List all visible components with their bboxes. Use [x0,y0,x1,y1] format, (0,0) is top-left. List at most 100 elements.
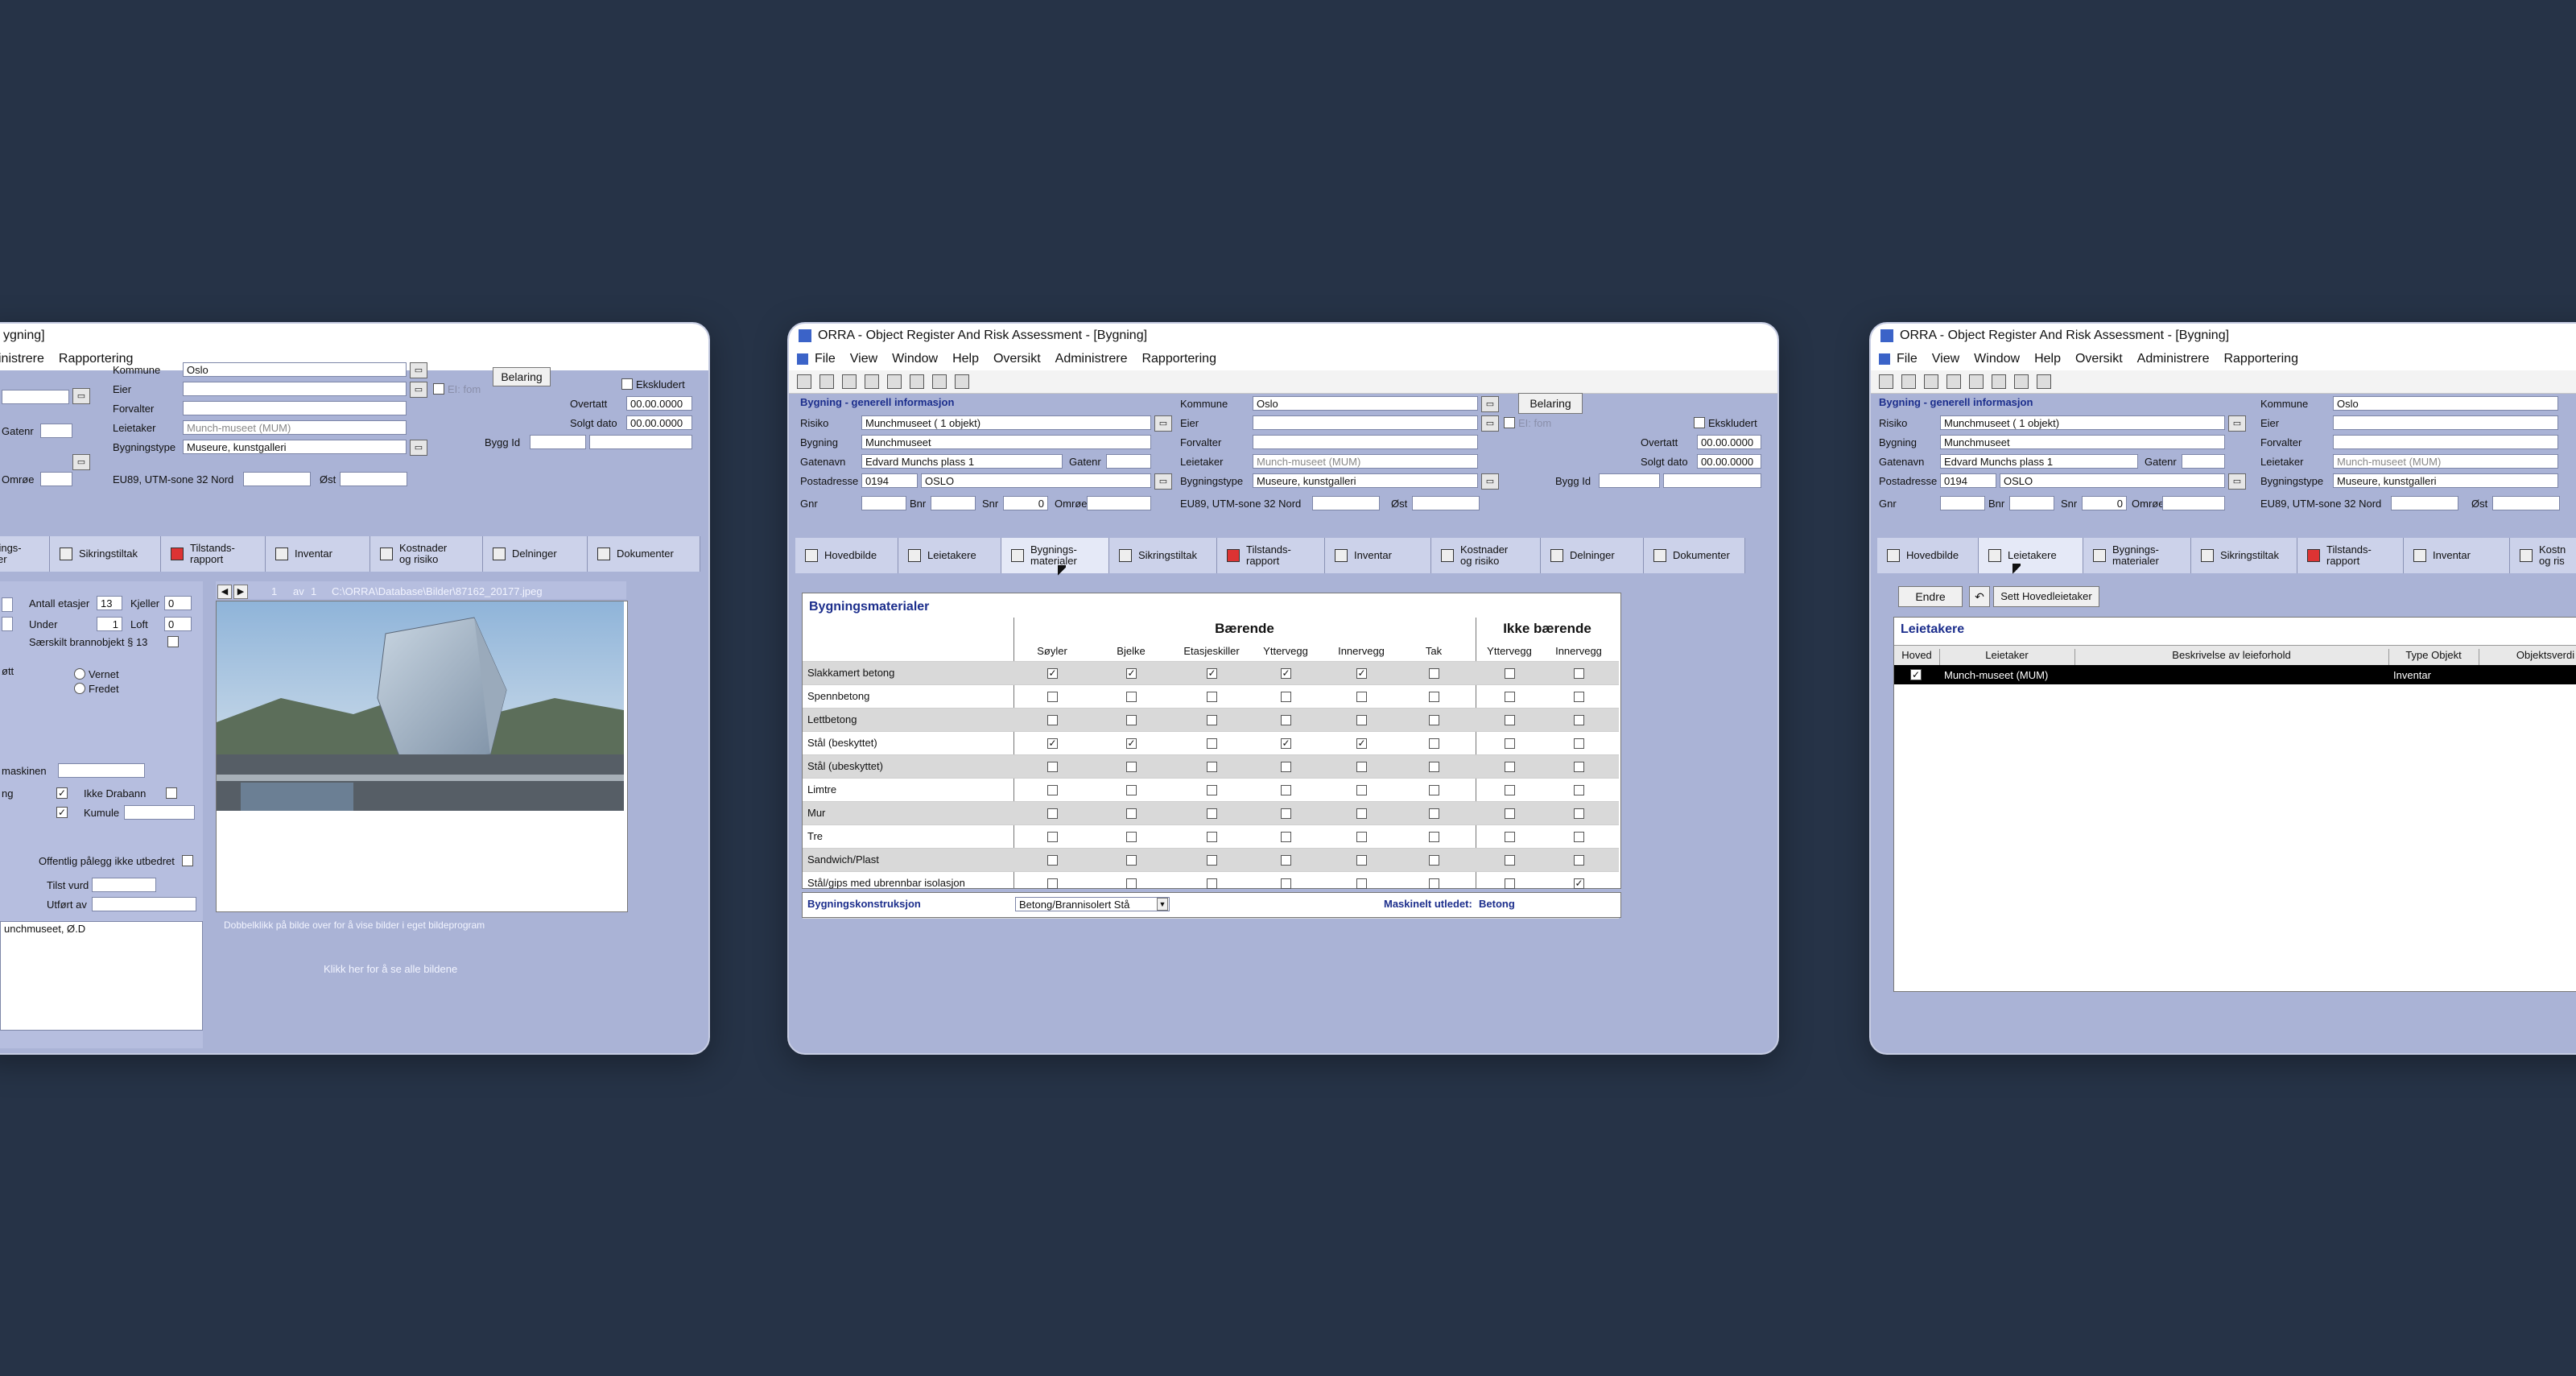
right-eier-input[interactable] [2333,415,2558,430]
material-checkbox[interactable] [1505,668,1515,679]
right-tab-hovedbilde[interactable]: Hovedbilde [1877,538,1979,573]
material-checkbox[interactable] [1505,878,1515,889]
left-tab-delninger[interactable]: Delninger [483,536,588,572]
table-row[interactable]: ✓ Munch-museet (MUM) Inventar [1894,665,2576,684]
material-checkbox[interactable] [1574,808,1584,819]
material-checkbox[interactable] [1047,832,1058,842]
right-tab-leietakere[interactable]: Leietakere [1979,538,2083,573]
tilst-vurd-input[interactable] [92,878,156,892]
material-checkbox[interactable] [1281,855,1291,866]
material-checkbox[interactable] [1281,878,1291,889]
lookup-icon[interactable]: ▭ [1481,396,1499,412]
material-checkbox[interactable] [1356,762,1367,772]
material-checkbox[interactable] [1207,832,1217,842]
left-tab-inventar[interactable]: Inventar [266,536,370,572]
middle-bygg-id-input-2[interactable] [1663,473,1761,488]
right-bnr-input[interactable] [2009,496,2054,510]
material-checkbox[interactable] [1126,878,1137,889]
lookup-icon[interactable]: ▭ [2228,415,2246,432]
material-checkbox[interactable]: ✓ [1356,738,1367,749]
middle-belaring-button[interactable]: Belaring [1518,393,1583,414]
lookup-icon[interactable]: ▭ [1154,473,1172,490]
material-checkbox[interactable] [1356,878,1367,889]
fredet-radio[interactable] [74,683,85,694]
middle-overtatt-input[interactable]: 00.00.0000 [1697,435,1761,449]
kumule-input[interactable] [124,805,195,820]
building-photo-frame[interactable] [216,601,628,912]
tenants-col-header[interactable]: Beskrivelse av leieforhold [2074,649,2389,665]
material-checkbox[interactable] [1207,738,1217,749]
material-checkbox[interactable] [1574,715,1584,725]
menu-view[interactable]: View [850,352,877,366]
left-forvalter-input[interactable] [183,401,407,415]
right-gatenr-input[interactable] [2182,454,2225,469]
material-checkbox[interactable]: ✓ [1126,668,1137,679]
middle-leietaker-input[interactable]: Munch-museet (MUM) [1253,454,1478,469]
material-checkbox[interactable] [1574,738,1584,749]
middle-ost-input[interactable] [1412,496,1480,510]
right-poststed-input[interactable]: OSLO [2000,473,2225,488]
material-checkbox[interactable] [1429,878,1439,889]
right-menu-oversikt[interactable]: Oversikt [2075,352,2123,366]
lookup-icon[interactable]: ▭ [410,440,427,456]
material-checkbox[interactable] [1207,715,1217,725]
lookup-icon[interactable]: ▭ [1154,415,1172,432]
left-bygg-id-input[interactable] [530,435,586,449]
material-checkbox[interactable] [1574,692,1584,702]
material-checkbox[interactable] [1126,692,1137,702]
material-checkbox[interactable] [1429,668,1439,679]
middle-bygning-input[interactable]: Munchmuseet [861,435,1151,449]
material-checkbox[interactable] [1281,692,1291,702]
tab-tilstandsrapport[interactable]: Tilstands- rapport [1217,538,1325,573]
middle-poststed-input[interactable]: OSLO [921,473,1151,488]
kumule-checkbox-a[interactable]: ✓ [56,807,68,818]
material-checkbox[interactable] [1047,808,1058,819]
tenants-col-header[interactable]: Hoved [1894,649,1940,665]
menu-oversikt[interactable]: Oversikt [993,352,1041,366]
material-checkbox[interactable] [1356,692,1367,702]
chevron-down-icon[interactable]: ▼ [1157,898,1168,911]
left-omr-input[interactable] [40,472,72,486]
lookup-icon[interactable]: ▭ [72,388,90,404]
middle-gatenr-input[interactable] [1106,454,1151,469]
material-checkbox[interactable] [1207,785,1217,795]
material-checkbox[interactable] [1429,832,1439,842]
right-tab-tilstandsrapport[interactable]: Tilstands- rapport [2297,538,2404,573]
material-checkbox[interactable] [1429,738,1439,749]
right-tab-inventar[interactable]: Inventar [2404,538,2510,573]
vernet-radio[interactable] [74,668,85,680]
utfort-av-input[interactable] [92,897,196,911]
tab-inventar[interactable]: Inventar [1325,538,1431,573]
antall-etasjer-input[interactable]: 13 [97,596,122,610]
copy-icon[interactable] [1992,374,2006,389]
tenants-col-header[interactable]: Objektsverdi [2479,649,2576,665]
middle-gnr-input[interactable] [861,496,906,510]
material-checkbox[interactable]: ✓ [1207,668,1217,679]
left-ekskludert-checkbox[interactable] [621,378,633,390]
material-checkbox[interactable] [1047,785,1058,795]
menu-file[interactable]: File [815,352,836,366]
material-checkbox[interactable] [1356,855,1367,866]
right-nord-input[interactable] [2391,496,2458,510]
print-icon[interactable] [865,374,879,389]
left-tab-dokumenter[interactable]: Dokumenter [588,536,700,572]
tab-hovedbilde[interactable]: Hovedbilde [795,538,898,573]
right-tab-bygningsmaterialer[interactable]: Bygnings- materialer [2083,538,2191,573]
material-checkbox[interactable] [1505,715,1515,725]
material-checkbox[interactable]: ✓ [1047,738,1058,749]
material-checkbox[interactable] [1207,855,1217,866]
last-record-icon[interactable] [1901,374,1916,389]
right-leietaker-input[interactable]: Munch-museet (MUM) [2333,454,2558,469]
left-nord-input[interactable] [243,472,311,486]
tab-bygningsmaterialer[interactable]: Bygnings- materialer [1001,538,1109,573]
middle-bygningstype-input[interactable]: Museure, kunstgalleri [1253,473,1478,488]
material-checkbox[interactable] [1126,785,1137,795]
material-checkbox[interactable] [1429,692,1439,702]
right-menu-administrere[interactable]: Administrere [2137,352,2210,366]
left-small-input-2[interactable] [2,617,13,631]
left-tab-sikringstiltak[interactable]: Sikringstiltak [50,536,161,572]
left-solgt-input[interactable]: 00.00.0000 [626,415,692,430]
left-eu-fra-checkbox[interactable] [433,383,444,395]
menu-rapportering[interactable]: Rapportering [1141,352,1216,366]
menu-administrere[interactable]: Administrere [1055,352,1128,366]
